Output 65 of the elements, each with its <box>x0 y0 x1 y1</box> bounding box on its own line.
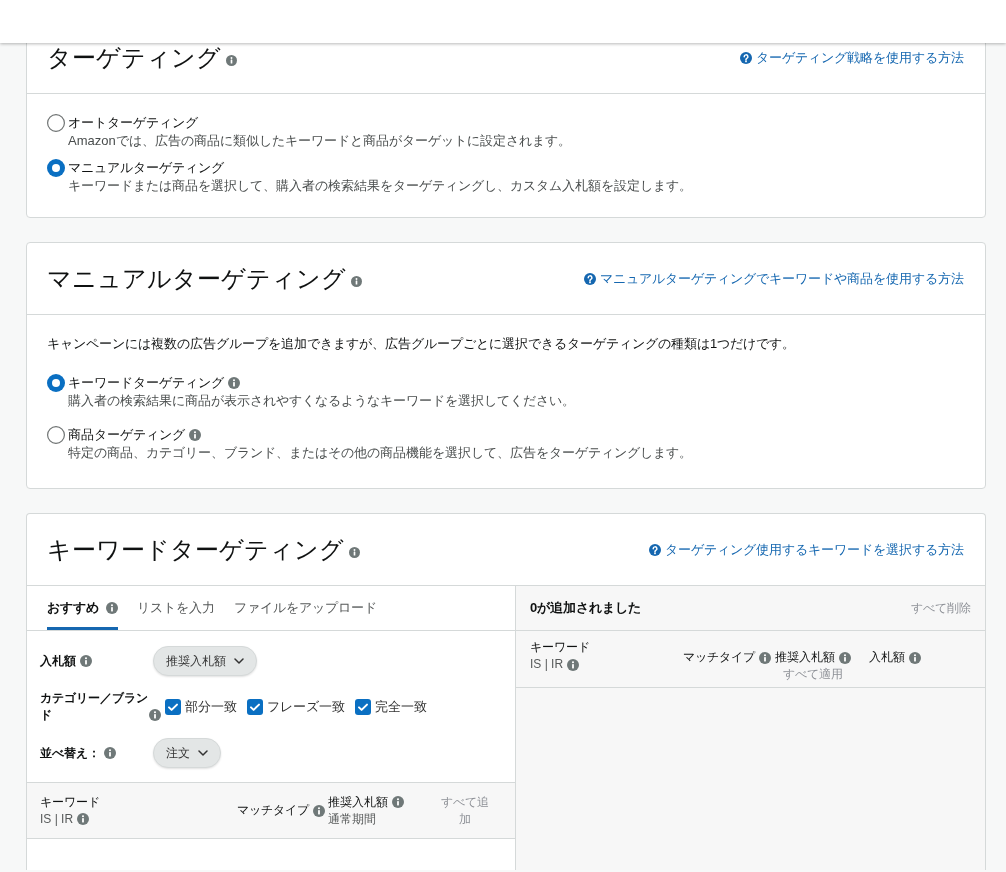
option-description: キーワードまたは商品を選択して、購入者の検索結果をターゲティングし、カスタム入札額を設定します。 <box>68 177 693 195</box>
info-icon[interactable] <box>351 276 362 287</box>
info-icon[interactable] <box>313 804 325 817</box>
section-title: マニュアルターゲティング <box>47 263 346 294</box>
column-header: マッチタイプ <box>683 649 755 666</box>
info-icon[interactable] <box>567 658 580 671</box>
radio-label[interactable]: 商品ターゲティング <box>68 426 185 444</box>
info-icon[interactable] <box>106 602 118 614</box>
filter-label: カテゴリー／ブランド <box>40 690 149 724</box>
checkbox-label[interactable]: フレーズ一致 <box>267 698 345 716</box>
intro-text: キャンペーンには複数の広告グループを追加できますが、広告グループごとに選択できるターゲティングの種類は1つだけです。 <box>47 335 797 353</box>
info-icon[interactable] <box>909 651 921 664</box>
radio-label[interactable]: オートターゲティング <box>68 114 198 132</box>
radio-button[interactable] <box>47 426 65 444</box>
radio-button[interactable] <box>47 114 65 132</box>
radio-button[interactable] <box>47 374 65 392</box>
info-icon[interactable] <box>228 377 240 389</box>
section-title: キーワードターゲティング <box>47 534 344 565</box>
help-icon <box>584 272 596 285</box>
dropdown[interactable]: 注文 <box>153 738 221 768</box>
column-header: 推奨入札額 <box>328 793 388 811</box>
checkbox[interactable] <box>247 699 263 715</box>
info-icon[interactable] <box>839 651 851 664</box>
tab[interactable]: リストを入力 <box>137 586 215 630</box>
option-description: 購入者の検索結果に商品が表示されやすくなるようなキーワードを選択してください。 <box>68 392 576 410</box>
column-header: 推奨入札額 <box>775 649 835 666</box>
filter-label: 入札額 <box>40 652 76 670</box>
info-icon[interactable] <box>77 813 90 825</box>
info-icon[interactable] <box>226 55 237 66</box>
dropdown[interactable]: 推奨入札額 <box>153 646 257 676</box>
help-icon <box>740 51 752 64</box>
checkbox-label[interactable]: 部分一致 <box>185 698 237 716</box>
radio-label[interactable]: キーワードターゲティング <box>68 374 224 392</box>
help-link[interactable]: マニュアルターゲティングでキーワードや商品を使用する方法 <box>584 269 964 288</box>
chevron-down-icon <box>198 750 208 756</box>
option-description: 特定の商品、カテゴリー、ブランド、またはその他の商品機能を選択して、広告をターゲティングします。 <box>68 444 693 462</box>
info-icon[interactable] <box>349 547 360 558</box>
chevron-down-icon <box>234 658 244 664</box>
radio-button[interactable] <box>47 159 65 177</box>
radio-label[interactable]: マニュアルターゲティング <box>68 159 224 177</box>
column-header: マッチタイプ <box>237 802 309 819</box>
info-icon[interactable] <box>759 651 771 664</box>
info-icon[interactable] <box>189 429 201 441</box>
info-icon[interactable] <box>104 747 116 759</box>
info-icon[interactable] <box>149 709 161 721</box>
checkbox[interactable] <box>355 699 371 715</box>
help-link[interactable]: ターゲティング使用するキーワードを選択する方法 <box>649 540 964 559</box>
column-subheader: IS | IR <box>530 656 564 673</box>
tab[interactable]: おすすめ <box>47 586 118 630</box>
column-header: キーワード <box>40 793 100 811</box>
checkbox[interactable] <box>165 699 181 715</box>
column-subheader: 通常期間 <box>328 810 376 828</box>
info-icon[interactable] <box>392 796 404 808</box>
column-header: キーワード <box>530 639 590 656</box>
section-title: ターゲティング <box>47 42 221 73</box>
help-icon <box>649 543 661 556</box>
column-subheader: IS | IR <box>40 810 74 828</box>
help-link[interactable]: ターゲティング戦略を使用する方法 <box>740 48 964 67</box>
column-header: 入札額 <box>869 649 905 666</box>
info-icon[interactable] <box>80 655 92 667</box>
tab[interactable]: ファイルをアップロード <box>234 586 377 630</box>
filter-label: 並べ替え： <box>40 744 100 762</box>
option-description: Amazonでは、広告の商品に類似したキーワードと商品がターゲットに設定されます。 <box>68 132 572 150</box>
panel-title: 0が追加されました <box>530 599 642 617</box>
checkbox-label[interactable]: 完全一致 <box>375 698 427 716</box>
